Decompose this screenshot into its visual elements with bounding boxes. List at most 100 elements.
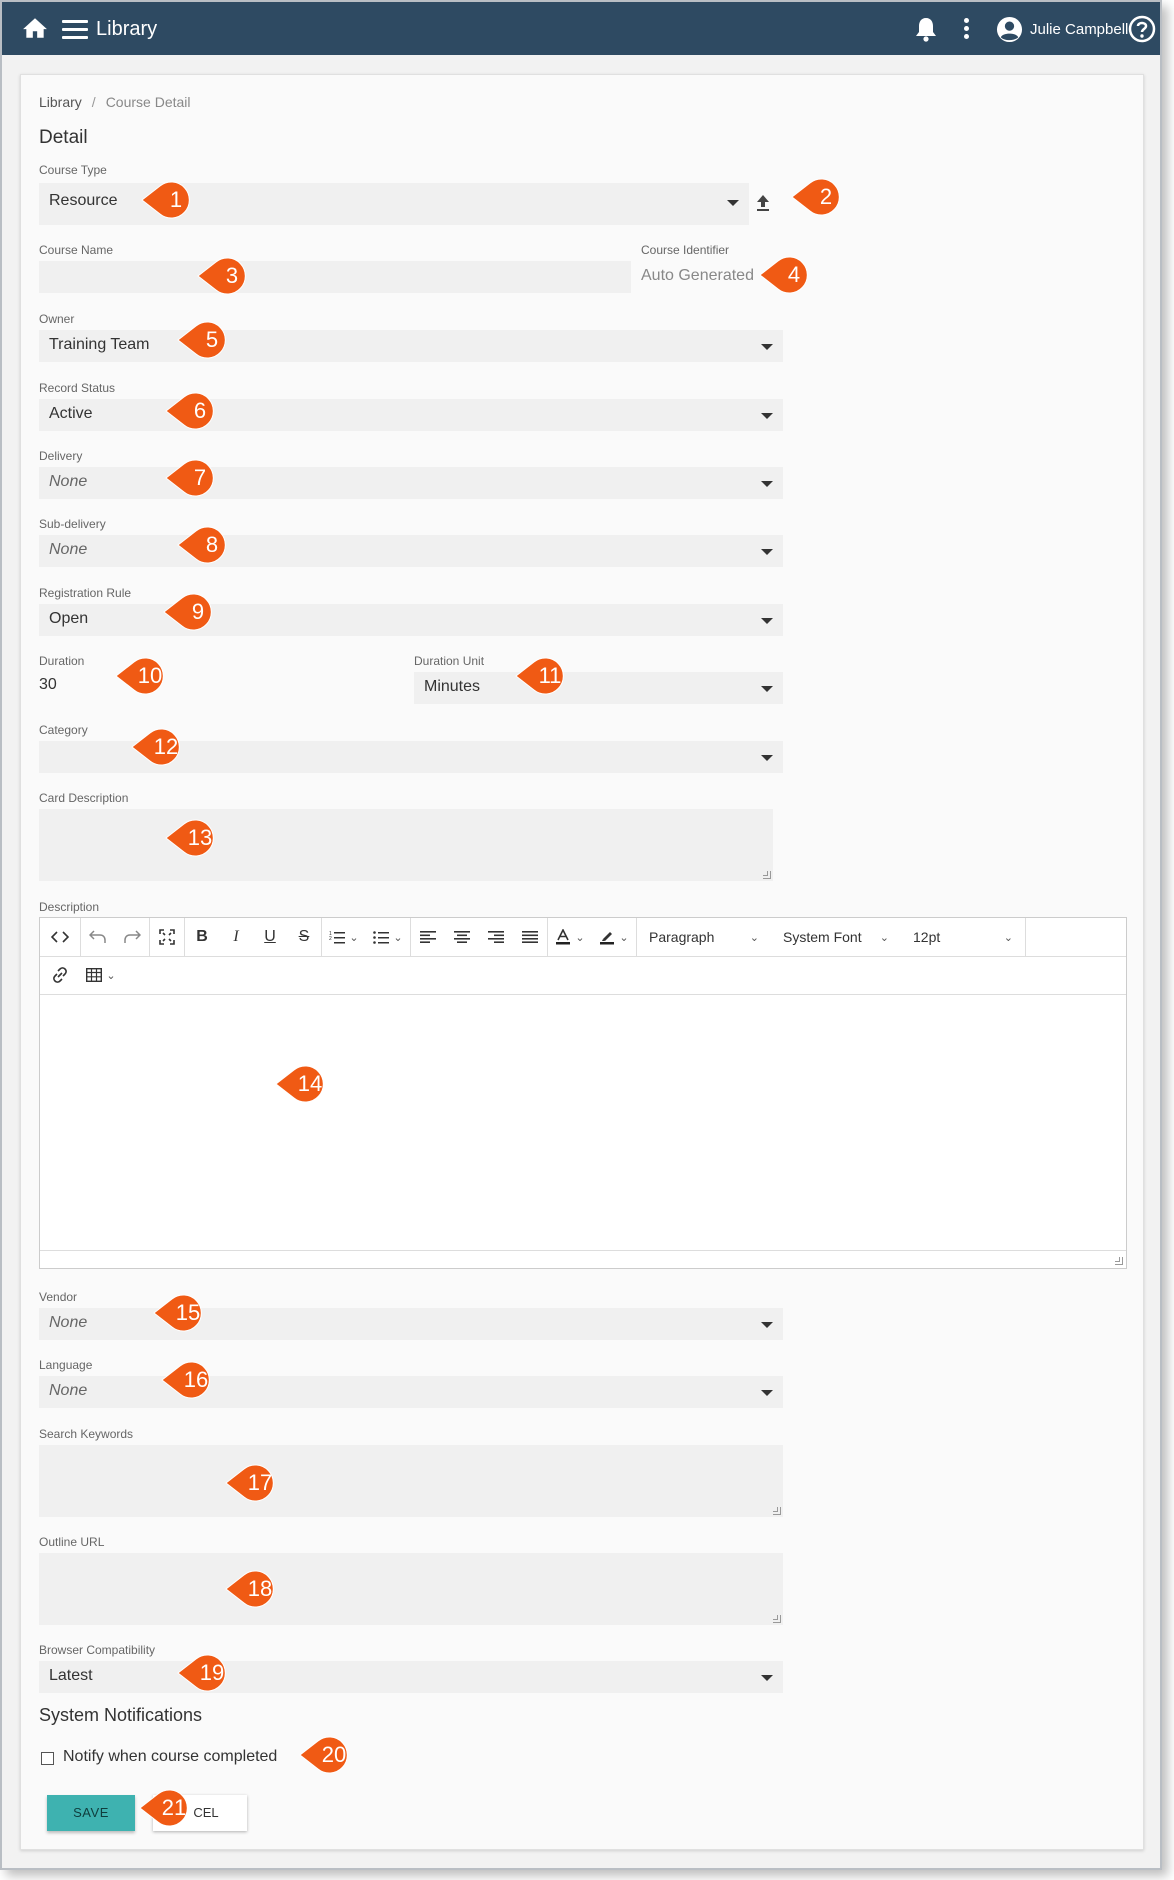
search-keywords-label: Search Keywords <box>39 1427 134 1441</box>
underline-icon[interactable]: U <box>253 918 287 956</box>
description-editor-body[interactable] <box>40 995 1126 1250</box>
highlight-icon[interactable]: ⌄ <box>592 918 636 956</box>
language-select[interactable]: None <box>39 1376 783 1408</box>
justify-icon[interactable] <box>513 918 547 956</box>
vendor-value: None <box>49 1314 88 1331</box>
outline-url-textarea[interactable] <box>39 1553 783 1625</box>
delivery-value: None <box>49 473 88 490</box>
callout-marker: 10 <box>114 656 170 696</box>
chevron-down-icon <box>761 1390 773 1396</box>
callout-number: 5 <box>205 327 219 352</box>
owner-select[interactable]: Training Team <box>39 330 783 362</box>
callout-number: 18 <box>247 1576 273 1601</box>
record-status-value: Active <box>49 405 93 422</box>
user-avatar-icon[interactable] <box>996 16 1023 43</box>
app-window: Library Julie Campbell Library / Course De… <box>0 0 1162 1870</box>
help-icon[interactable] <box>1128 15 1156 43</box>
callout-number: 21 <box>161 1795 187 1820</box>
callout-number: 9 <box>191 599 205 624</box>
vendor-label: Vendor <box>39 1290 78 1304</box>
callout-marker: 16 <box>160 1360 216 1400</box>
numbered-list-icon[interactable]: 1 2 ⌄ <box>322 918 366 956</box>
system-notifications-heading: System Notifications <box>39 1705 203 1725</box>
resize-handle-icon[interactable] <box>773 1507 781 1515</box>
owner-label: Owner <box>39 312 75 326</box>
font-family-dropdown[interactable]: System Font ⌄ <box>771 918 901 956</box>
bell-icon[interactable] <box>914 16 938 42</box>
save-button[interactable]: SAVE <box>47 1795 135 1831</box>
course-name-input[interactable] <box>39 261 631 293</box>
callout-marker: 17 <box>224 1463 280 1503</box>
chevron-down-icon <box>761 481 773 487</box>
duration-input[interactable]: 30 <box>39 676 57 694</box>
font-size-value: 12pt <box>913 929 941 945</box>
callout-number: 11 <box>538 663 562 688</box>
redo-icon[interactable] <box>115 918 149 956</box>
strikethrough-icon[interactable]: S <box>287 918 321 956</box>
course-identifier-label: Course Identifier <box>641 243 730 257</box>
duration-unit-value: Minutes <box>424 678 481 695</box>
duration-label: Duration <box>39 654 85 668</box>
font-family-value: System Font <box>783 929 862 945</box>
vendor-select[interactable]: None <box>39 1308 783 1340</box>
hamburger-menu-icon[interactable] <box>62 20 88 39</box>
browser-compatibility-select[interactable]: Latest <box>39 1661 783 1693</box>
callout-marker: 4 <box>758 255 814 295</box>
callout-number: 10 <box>137 663 163 688</box>
outline-url-label: Outline URL <box>39 1535 105 1549</box>
align-right-icon[interactable] <box>479 918 513 956</box>
resize-handle-icon[interactable] <box>773 1615 781 1623</box>
duration-unit-label: Duration Unit <box>414 654 485 668</box>
save-button-label: SAVE <box>73 1805 109 1820</box>
user-name[interactable]: Julie Campbell <box>1030 21 1128 38</box>
callout-marker: 7 <box>164 458 220 498</box>
owner-value: Training Team <box>49 336 150 353</box>
callout-marker: 21 <box>138 1788 194 1828</box>
callout-number: 12 <box>153 734 179 759</box>
course-type-value: Resource <box>49 192 118 209</box>
notify-completed-label[interactable]: Notify when course completed <box>63 1748 277 1766</box>
breadcrumb-library-link[interactable]: Library <box>39 94 82 110</box>
italic-icon[interactable]: I <box>219 918 253 956</box>
browser-compatibility-label: Browser Compatibility <box>39 1643 156 1657</box>
align-left-icon[interactable] <box>411 918 445 956</box>
duration-unit-select[interactable]: Minutes <box>414 672 783 704</box>
delivery-select[interactable]: None <box>39 467 783 499</box>
registration-rule-value: Open <box>49 610 89 627</box>
resize-handle-icon[interactable] <box>1115 1257 1123 1265</box>
chevron-down-icon <box>761 1322 773 1328</box>
app-title[interactable]: Library <box>96 18 157 41</box>
search-keywords-textarea[interactable] <box>39 1445 783 1517</box>
sub-delivery-select[interactable]: None <box>39 535 783 567</box>
chevron-down-icon <box>761 686 773 692</box>
font-size-dropdown[interactable]: 12pt ⌄ <box>901 918 1025 956</box>
upload-icon[interactable] <box>755 194 771 212</box>
resize-handle-icon[interactable] <box>763 871 771 879</box>
code-icon[interactable] <box>40 918 80 956</box>
course-name-label: Course Name <box>39 243 114 257</box>
more-options-icon[interactable] <box>964 18 970 40</box>
bullet-list-icon[interactable]: ⌄ <box>366 918 410 956</box>
callout-marker: 18 <box>224 1569 280 1609</box>
notify-completed-checkbox[interactable] <box>41 1752 54 1765</box>
delivery-label: Delivery <box>39 449 83 463</box>
course-type-label: Course Type <box>39 163 107 177</box>
record-status-select[interactable]: Active <box>39 399 783 431</box>
align-center-icon[interactable] <box>445 918 479 956</box>
link-icon[interactable] <box>40 956 80 994</box>
record-status-label: Record Status <box>39 381 116 395</box>
language-label: Language <box>39 1358 93 1372</box>
category-label: Category <box>39 723 88 737</box>
text-color-icon[interactable]: ⌄ <box>548 918 592 956</box>
callout-number: 14 <box>297 1071 323 1096</box>
block-format-value: Paragraph <box>649 929 715 945</box>
card-description-textarea[interactable] <box>39 809 773 881</box>
table-icon[interactable]: ⌄ <box>80 956 122 994</box>
undo-icon[interactable] <box>81 918 115 956</box>
bold-icon[interactable]: B <box>185 918 219 956</box>
svg-text:2: 2 <box>329 936 332 942</box>
registration-rule-select[interactable]: Open <box>39 604 783 636</box>
fullscreen-icon[interactable] <box>150 918 184 956</box>
home-icon[interactable] <box>22 17 48 39</box>
block-format-dropdown[interactable]: Paragraph ⌄ <box>637 918 771 956</box>
